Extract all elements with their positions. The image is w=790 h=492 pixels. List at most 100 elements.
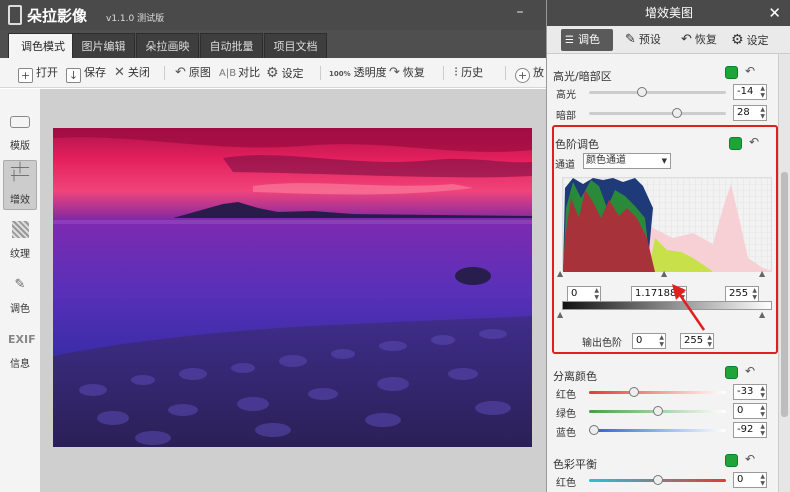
settings-button[interactable]: ⚙ 设定 <box>266 64 304 82</box>
value-field-green[interactable]: 0 ▲ ▼ <box>733 403 767 419</box>
spin-arrows-icon[interactable]: ▲▼ <box>594 287 599 301</box>
spin-arrows-icon[interactable]: ▲▼ <box>659 334 664 348</box>
history-label: 历史 <box>461 66 484 79</box>
reset-highlights-icon[interactable]: ↶ <box>745 64 755 78</box>
compare-button[interactable]: A|B 对比 <box>219 64 260 82</box>
panel-tab-preset[interactable]: ✎ 预设 <box>621 29 665 51</box>
toolbar-divider <box>443 66 444 80</box>
plus-icon: + <box>18 68 33 83</box>
slider-track-shadow[interactable] <box>589 112 726 115</box>
tab-color-mode[interactable]: 调色模式 <box>8 33 78 58</box>
close-button[interactable]: ✕ 关闭 <box>114 64 150 82</box>
sidebar-item-enhance[interactable]: ─┼─ ┼── 增效 <box>3 160 37 210</box>
slider-track-blue[interactable] <box>589 429 726 432</box>
sliders-icon: ☰ <box>565 35 574 46</box>
section-title-levels: 色阶调色 <box>555 138 599 151</box>
opacity-button[interactable]: 100% 透明度 <box>329 64 387 82</box>
tab-project-docs[interactable]: 项目文档 <box>264 33 327 58</box>
spin-arrows-icon[interactable]: ▲▼ <box>707 334 712 348</box>
levels-section: 色阶调色 ↶ 通道 颜色通道 ▼ ▲ ▲ ▲ 0 ▲ ▼ 1.17188 255… <box>552 125 778 354</box>
output-levels-label: 输出色阶 <box>582 338 622 349</box>
slider-track-highlight[interactable] <box>589 91 726 94</box>
restore-button[interactable]: ↷ 恢复 <box>389 64 425 82</box>
toggle-color-separate[interactable] <box>725 366 738 379</box>
tab-auto-batch[interactable]: 自动批量 <box>200 33 263 58</box>
spin-arrows-icon[interactable]: ▲▼ <box>760 423 765 437</box>
spin-arrows-icon[interactable]: ▲▼ <box>760 385 765 399</box>
slider-knob-highlight[interactable] <box>637 87 648 97</box>
value-field-balance-red[interactable]: 0 ▲ ▼ <box>733 472 767 488</box>
photo-scene <box>53 128 532 447</box>
value-text: 0 <box>636 335 643 346</box>
channel-select-value: 颜色通道 <box>586 155 626 166</box>
input-black-marker-icon[interactable]: ▲ <box>557 269 563 278</box>
input-white-field[interactable]: 255 ▲ ▼ <box>725 286 759 302</box>
toolbar-divider <box>505 66 506 80</box>
value-field-red[interactable]: -33 ▲ ▼ <box>733 384 767 400</box>
slider-knob-shadow[interactable] <box>671 108 682 118</box>
histogram-graph <box>563 178 773 272</box>
texture-icon <box>8 219 32 241</box>
slider-track-red[interactable] <box>589 391 726 394</box>
open-label: 打开 <box>36 66 58 79</box>
open-button[interactable]: + 打开 <box>18 64 58 83</box>
reset-levels-icon[interactable]: ↶ <box>749 135 759 149</box>
minimize-icon[interactable]: – <box>510 4 530 24</box>
toggle-color-balance[interactable] <box>725 454 738 467</box>
input-white-marker-icon[interactable]: ▲ <box>759 269 765 278</box>
channel-select[interactable]: 颜色通道 ▼ <box>583 153 671 169</box>
panel-tab-label: 恢复 <box>694 33 717 46</box>
zoom-button[interactable]: + 放 <box>515 64 544 83</box>
tab-image-edit[interactable]: 图片编辑 <box>72 33 135 58</box>
output-black-marker-icon[interactable]: ▲ <box>557 310 563 319</box>
main-toolbar: + 打开 ↓ 保存 ✕ 关闭 ↶ 原图 A|B 对比 ⚙ 设定 100% 透明度 ↷ 恢复 ⁝ 历… <box>0 58 546 88</box>
original-button[interactable]: ↶ 原图 <box>175 64 211 82</box>
chevron-down-icon: ▼ <box>661 157 667 165</box>
brush-icon: ✎ <box>625 32 636 47</box>
sidebar-item-adjust[interactable]: ✎ 调色 <box>3 270 37 320</box>
output-white-marker-icon[interactable]: ▲ <box>759 310 765 319</box>
input-black-field[interactable]: 0 ▲ ▼ <box>567 286 601 302</box>
toggle-highlights[interactable] <box>725 66 738 79</box>
tab-dora-film[interactable]: 朵拉画映 <box>136 33 199 58</box>
redo-arrow-icon: ↷ <box>389 65 400 80</box>
slider-knob-blue[interactable] <box>589 425 600 435</box>
value-field-shadow[interactable]: 28 ▲ ▼ <box>733 105 767 121</box>
toggle-levels[interactable] <box>729 137 742 150</box>
output-black-field[interactable]: 0 ▲ ▼ <box>632 333 666 349</box>
slider-knob-red[interactable] <box>629 387 640 397</box>
sidebar-item-exif[interactable]: EXIF 信息 <box>3 325 37 375</box>
spin-arrows-icon[interactable]: ▲▼ <box>760 85 765 99</box>
slider-knob-green[interactable] <box>652 406 663 416</box>
save-button[interactable]: ↓ 保存 <box>66 64 106 83</box>
photo-preview[interactable] <box>53 128 532 447</box>
value-field-highlight[interactable]: -14 ▲ ▼ <box>733 84 767 100</box>
spin-arrows-icon[interactable]: ▲▼ <box>752 287 757 301</box>
close-icon[interactable]: ✕ <box>768 0 781 26</box>
panel-tab-settings[interactable]: ⚙ 设定 <box>727 29 773 51</box>
history-button[interactable]: ⁝ 历史 <box>454 64 483 82</box>
input-gamma-marker-icon[interactable]: ▲ <box>661 269 667 278</box>
spin-arrows-icon[interactable]: ▲▼ <box>760 106 765 120</box>
magic-wand-icon: ✎ <box>14 277 26 292</box>
sidebar-item-texture[interactable]: 纹理 <box>3 215 37 265</box>
channel-label: 通道 <box>555 160 575 171</box>
scrollbar-thumb[interactable] <box>781 172 788 417</box>
sidebar-item-template[interactable]: 模版 <box>3 107 37 157</box>
sidebar-item-label: 增效 <box>10 195 30 206</box>
panel-tab-adjust[interactable]: ☰ 调色 <box>561 29 613 51</box>
sidebar-item-label: 模版 <box>10 141 30 152</box>
panel-tab-restore[interactable]: ↶ 恢复 <box>677 29 721 51</box>
spin-arrows-icon[interactable]: ▲▼ <box>760 404 765 418</box>
callout-arrow-icon <box>672 284 706 331</box>
zoom-label: 放 <box>533 66 544 79</box>
reset-color-separate-icon[interactable]: ↶ <box>745 364 755 378</box>
output-white-field[interactable]: 255 ▲ ▼ <box>680 333 714 349</box>
panel-scrollbar[interactable] <box>778 54 790 492</box>
panel-tabs: ☰ 调色 ✎ 预设 ↶ 恢复 ⚙ 设定 <box>547 26 790 54</box>
spin-arrows-icon[interactable]: ▲▼ <box>760 473 765 487</box>
reset-color-balance-icon[interactable]: ↶ <box>745 452 755 466</box>
value-field-blue[interactable]: -92 ▲ ▼ <box>733 422 767 438</box>
panel-tab-label: 预设 <box>638 33 661 46</box>
slider-knob-balance-red[interactable] <box>652 475 663 485</box>
